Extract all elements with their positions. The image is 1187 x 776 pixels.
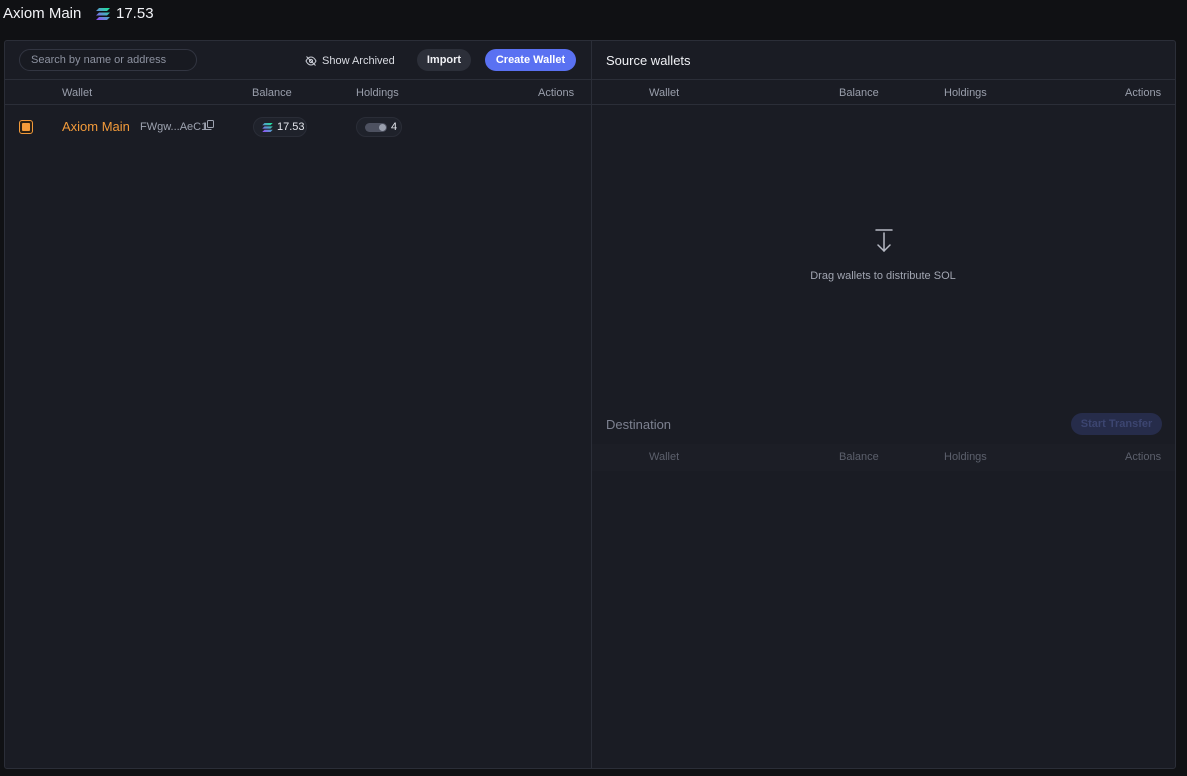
create-wallet-button[interactable]: Create Wallet bbox=[485, 49, 576, 71]
divider bbox=[5, 79, 591, 80]
toggle-icon bbox=[365, 123, 387, 132]
wallet-holdings: 4 bbox=[391, 121, 398, 133]
source-col-wallet: Wallet bbox=[649, 87, 680, 99]
col-actions: Actions bbox=[538, 87, 575, 99]
wallet-address: FWgw...AeC1 bbox=[140, 121, 208, 133]
panel-divider bbox=[591, 41, 592, 768]
search-input[interactable] bbox=[19, 49, 197, 71]
wallet-holdings-pill[interactable]: 4 bbox=[356, 117, 402, 137]
active-wallet-name: Axiom Main bbox=[3, 5, 82, 22]
source-empty-message: Drag wallets to distribute SOL bbox=[810, 270, 956, 282]
source-col-holdings: Holdings bbox=[944, 87, 987, 99]
show-archived-label: Show Archived bbox=[322, 55, 395, 67]
divider bbox=[592, 104, 1175, 105]
col-balance: Balance bbox=[252, 87, 292, 99]
divider bbox=[5, 104, 591, 105]
wallet-manager-panel: Show Archived Import Create Wallet Walle… bbox=[4, 40, 1176, 769]
col-wallet: Wallet bbox=[62, 87, 93, 99]
active-wallet-balance: 17.53 bbox=[116, 5, 154, 22]
eye-off-icon bbox=[305, 56, 317, 66]
arrow-down-to-line-icon bbox=[875, 229, 893, 253]
solana-icon bbox=[262, 123, 273, 132]
source-col-balance: Balance bbox=[839, 87, 879, 99]
dest-col-actions: Actions bbox=[1125, 451, 1162, 463]
show-archived-toggle[interactable]: Show Archived bbox=[305, 53, 395, 69]
divider bbox=[592, 79, 1175, 80]
import-button[interactable]: Import bbox=[417, 49, 471, 71]
wallet-balance: 17.53 bbox=[277, 121, 305, 133]
wallet-name[interactable]: Axiom Main bbox=[62, 119, 130, 134]
destination-table-header bbox=[592, 444, 1175, 471]
solana-icon bbox=[96, 8, 110, 20]
dest-col-holdings: Holdings bbox=[944, 451, 987, 463]
destination-title: Destination bbox=[606, 417, 672, 432]
col-holdings: Holdings bbox=[356, 87, 399, 99]
start-transfer-button[interactable]: Start Transfer bbox=[1071, 413, 1162, 435]
wallet-balance-pill: 17.53 bbox=[253, 117, 307, 137]
dest-col-balance: Balance bbox=[839, 451, 879, 463]
source-wallets-title: Source wallets bbox=[606, 53, 691, 68]
source-col-actions: Actions bbox=[1125, 87, 1162, 99]
top-bar: Axiom Main 17.53 bbox=[0, 0, 1187, 30]
dest-col-wallet: Wallet bbox=[649, 451, 680, 463]
copy-icon[interactable] bbox=[205, 120, 214, 130]
wallet-select-checkbox[interactable] bbox=[19, 120, 33, 134]
